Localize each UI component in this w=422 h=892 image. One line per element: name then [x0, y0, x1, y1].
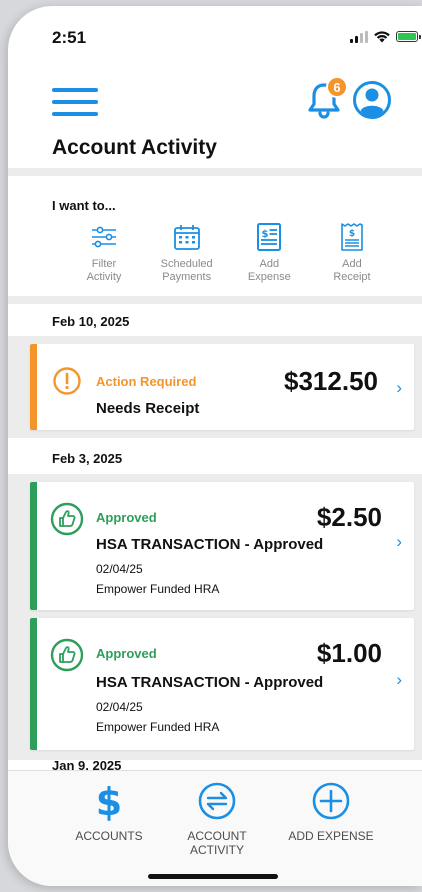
profile-avatar-icon[interactable] — [352, 80, 392, 120]
thumbs-up-icon — [50, 638, 84, 672]
svg-text:$: $ — [349, 229, 355, 239]
chevron-right-icon: › — [396, 378, 402, 397]
nav-add-expense[interactable]: ADD EXPENSE — [266, 781, 396, 843]
plus-circle-icon — [312, 782, 350, 820]
app-header: 6 — [8, 76, 422, 126]
svg-text:$: $ — [96, 781, 122, 821]
thumbs-up-icon — [50, 502, 84, 536]
notification-badge: 6 — [326, 76, 348, 98]
phone-screen: 2:51 6 Account Activity I want to... Fil… — [8, 6, 422, 886]
card-account: Empower Funded HRA — [96, 720, 220, 734]
wifi-icon — [374, 31, 390, 43]
card-title: HSA TRANSACTION - Approved — [96, 674, 324, 691]
signal-icon — [350, 30, 368, 43]
add-receipt-button[interactable]: $ Add Receipt — [316, 222, 388, 284]
card-amount: $1.00 — [316, 638, 382, 668]
status-bar-green — [30, 482, 37, 610]
status-bar-orange — [30, 344, 37, 430]
card-date: 02/04/25 — [96, 562, 143, 576]
add-expense-button[interactable]: $ Add Expense — [233, 222, 305, 284]
filter-sliders-icon — [92, 226, 116, 248]
scheduled-payments-button[interactable]: Scheduled Payments — [151, 222, 223, 284]
card-title: Needs Receipt — [96, 400, 200, 417]
svg-text:$: $ — [262, 229, 269, 240]
nav-account-activity-label: ACCOUNT ACTIVITY — [187, 829, 247, 857]
activity-card-action-required[interactable]: Action Required $312.50 › Needs Receipt — [30, 344, 414, 430]
card-date: 02/04/25 — [96, 700, 143, 714]
status-icons — [350, 30, 421, 43]
scheduled-payments-label: Scheduled Payments — [160, 258, 213, 283]
card-account: Empower Funded HRA — [96, 582, 220, 596]
quick-actions-label: I want to... — [52, 198, 116, 213]
filter-activity-button[interactable]: Filter Activity — [68, 222, 140, 284]
battery-icon — [396, 31, 421, 42]
section-divider — [8, 168, 422, 176]
bottom-nav: $ ACCOUNTS ACCOUNT ACTIVITY ADD EXPENSE — [8, 770, 422, 886]
alert-icon — [53, 367, 81, 395]
hamburger-menu-icon[interactable] — [52, 88, 98, 116]
chevron-right-icon: › — [396, 532, 402, 551]
date-header: Feb 3, 2025 — [52, 451, 123, 466]
quick-actions-panel: I want to... Filter Activity Scheduled P… — [8, 176, 422, 296]
status-bar-green — [30, 618, 37, 750]
activity-card-approved[interactable]: Approved $2.50 HSA TRANSACTION - Approve… — [30, 482, 414, 610]
status-text: Approved — [96, 510, 157, 525]
nav-add-expense-label: ADD EXPENSE — [288, 829, 374, 843]
status-text: Approved — [96, 646, 157, 661]
dollar-icon: $ — [96, 781, 122, 821]
transfer-arrows-icon — [198, 782, 236, 820]
card-title: HSA TRANSACTION - Approved — [96, 536, 324, 553]
add-expense-label: Add Expense — [247, 258, 291, 283]
nav-account-activity[interactable]: ACCOUNT ACTIVITY — [152, 781, 282, 857]
status-text: Action Required — [96, 374, 197, 389]
card-amount: $2.50 — [316, 502, 382, 532]
receipt-icon: $ — [341, 223, 363, 251]
status-bar: 2:51 — [8, 6, 422, 62]
expense-document-icon: $ — [257, 223, 282, 251]
section-divider — [8, 296, 422, 304]
activity-card-approved[interactable]: Approved $1.00 HSA TRANSACTION - Approve… — [30, 618, 414, 750]
home-indicator — [148, 874, 278, 879]
quick-actions-row: Filter Activity Scheduled Payments $ Add… — [68, 222, 388, 284]
calendar-icon — [173, 225, 200, 250]
chevron-right-icon: › — [396, 670, 402, 689]
card-amount: $312.50 — [284, 366, 378, 396]
add-receipt-label: Add Receipt — [333, 258, 371, 283]
status-time: 2:51 — [52, 28, 87, 47]
page-title: Account Activity — [52, 136, 217, 159]
filter-activity-label: Filter Activity — [86, 258, 122, 283]
date-header: Feb 10, 2025 — [52, 314, 130, 329]
